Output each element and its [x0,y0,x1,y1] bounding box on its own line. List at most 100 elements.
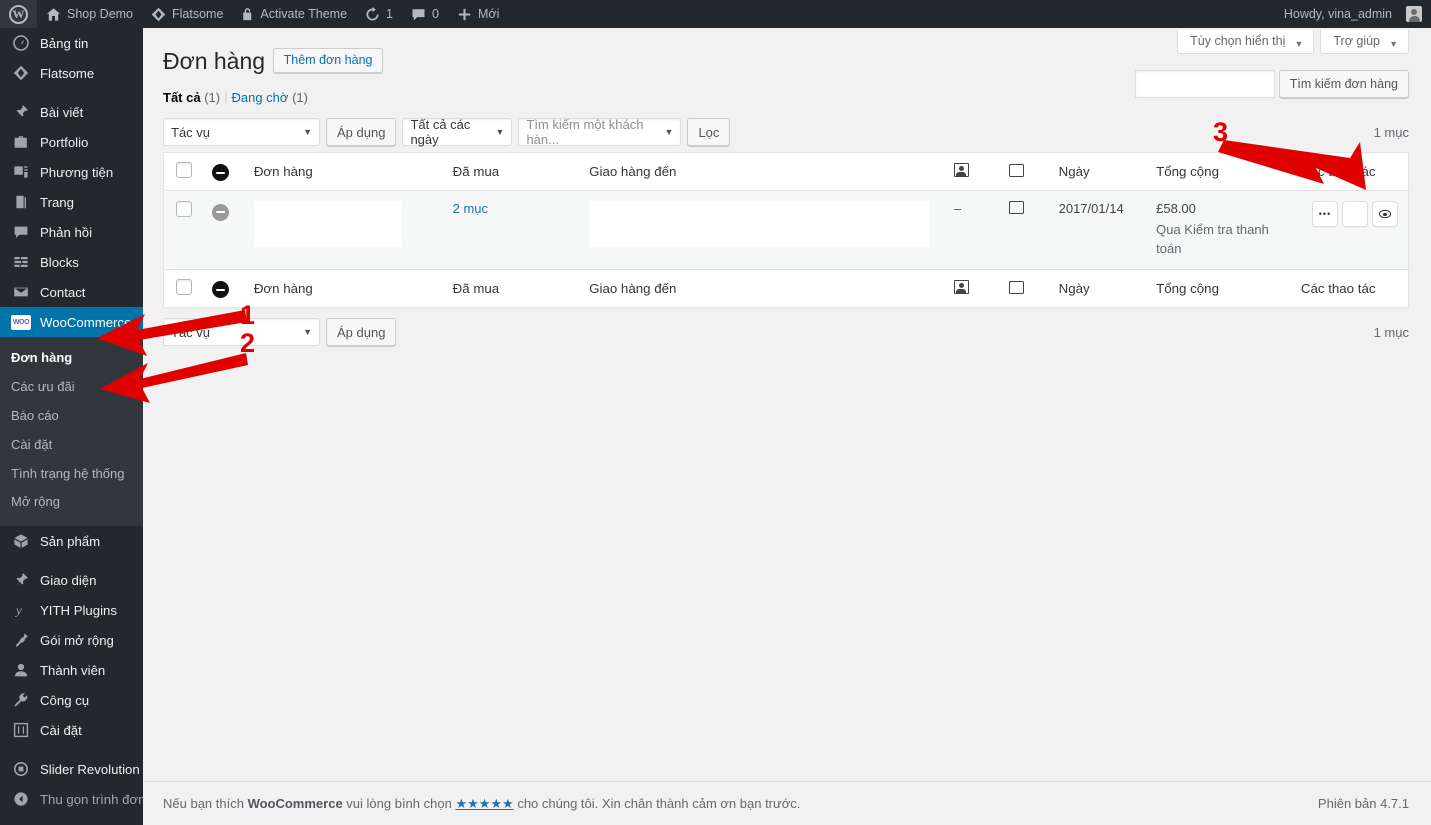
row-checkbox[interactable] [176,201,192,218]
view-all[interactable]: Tất cả (1) [163,90,220,105]
row-order-cell[interactable] [244,191,443,270]
order-note-icon [953,280,969,295]
total-column-label[interactable]: Tổng cộng [1156,164,1219,179]
page-wrap: Đơn hàng Thêm đơn hàng Tìm kiếm đơn hàng… [143,28,1431,348]
view-pending-link[interactable]: Đang chờ [231,90,288,105]
collapse-arrow-icon [11,789,31,809]
settings-sliders-icon [11,720,31,740]
table-header-row: Đơn hàng Đã mua Giao hàng đến Ngày Tổng … [163,152,1409,192]
menu-separator [0,745,143,754]
more-actions-button[interactable]: ••• [1312,201,1338,228]
order-column-label[interactable]: Đơn hàng [254,164,313,179]
sidebar-item-portfolio[interactable]: Portfolio [0,127,143,157]
chevron-down-icon: ▼ [303,327,312,338]
customer-filter-placeholder: Tìm kiếm một khách hàn... [526,117,644,147]
sidebar-item-appearance[interactable]: Giao diện [0,565,143,595]
sidebar-item-media[interactable]: Phương tiện [0,157,143,187]
updates-menu[interactable]: 1 [356,0,402,28]
actions-column-footer: Các thao tác [1290,268,1409,308]
row-date-cell: 2017/01/14 [1058,201,1124,217]
date-filter-value: Tất cả các ngày [410,117,471,147]
sidebar-item-posts[interactable]: Bài viết [0,97,143,127]
updates-count: 1 [386,7,393,21]
purchased-items-link[interactable]: 2 mục [453,201,488,216]
table-row: 2 mục – 2017/01/14 £58.00 Qua Kiểm tra t [163,190,1409,270]
wordpress-logo-menu[interactable] [0,0,37,28]
submenu-item-orders[interactable]: Đơn hàng [0,344,143,373]
order-column-label[interactable]: Đơn hàng [254,281,313,296]
bulk-action-select-top[interactable]: Tác vụ ▼ [163,118,320,146]
sidebar-item-settings[interactable]: Cài đặt [0,715,143,745]
pin-icon [11,102,31,122]
sidebar-item-label: Gói mở rộng [40,632,114,648]
sidebar-item-blocks[interactable]: Blocks [0,247,143,277]
add-order-button[interactable]: Thêm đơn hàng [272,48,384,73]
footer-rating-stars[interactable]: ★★★★★ [455,796,513,811]
sidebar-item-tools[interactable]: Công cụ [0,685,143,715]
product-box-icon [11,531,31,551]
sidebar-item-label: WooCommerce [40,314,132,330]
apply-bulk-action-button-bottom[interactable]: Áp dụng [326,318,397,347]
total-column-label[interactable]: Tổng cộng [1156,281,1219,296]
blank-action-button[interactable] [1342,201,1368,228]
sidebar-item-users[interactable]: Thành viên [0,655,143,685]
date-column-label[interactable]: Ngày [1059,164,1090,179]
pending-status-icon[interactable] [212,203,229,221]
sidebar-item-label: Giao diện [40,572,97,588]
view-pending[interactable]: Đang chờ (1) [231,90,307,105]
search-orders-button[interactable]: Tìm kiếm đơn hàng [1278,70,1409,98]
submenu-item-settings[interactable]: Cài đặt [0,431,143,460]
sidebar-item-pages[interactable]: Trang [0,187,143,217]
sidebar-item-label: Blocks [40,254,79,270]
date-filter-select[interactable]: Tất cả các ngày ▼ [402,117,513,147]
sidebar-item-plugins[interactable]: Gói mở rộng [0,625,143,655]
sidebar-item-products[interactable]: Sản phẩm [0,526,143,556]
activate-theme-menu[interactable]: Activate Theme [232,0,356,28]
tablenav-bottom: Tác vụ ▼ Áp dụng 1 mục [163,316,1409,348]
customer-filter-select[interactable]: Tìm kiếm một khách hàn... ▼ [518,117,682,147]
blocks-icon [11,252,31,272]
sidebar-item-dashboard[interactable]: Bảng tin [0,28,143,58]
order-name-redacted [253,201,402,248]
flatsome-menu[interactable]: Flatsome [142,0,232,28]
select-all-checkbox-bottom[interactable] [176,279,192,296]
status-column-footer [202,268,244,308]
date-column-label[interactable]: Ngày [1059,281,1090,296]
submenu-item-status[interactable]: Tình trạng hệ thống [0,460,143,489]
sidebar-item-contact[interactable]: Contact [0,277,143,307]
submenu-item-extensions[interactable]: Mở rộng [0,488,143,517]
comments-menu[interactable]: 0 [402,0,448,28]
annotation-number-3: 3 [1213,117,1229,147]
sidebar-item-slider-revolution[interactable]: Slider Revolution [0,754,143,784]
sidebar-item-yith-plugins[interactable]: y YITH Plugins [0,595,143,625]
preview-order-button[interactable] [1372,201,1398,228]
woocommerce-submenu: Đơn hàng Các ưu đãi Báo cáo Cài đặt Tình… [0,337,143,527]
screen-icon[interactable] [1009,201,1025,215]
flatsome-diamond-icon [151,7,166,22]
sidebar-item-comments[interactable]: Phản hồi [0,217,143,247]
submenu-item-coupons[interactable]: Các ưu đãi [0,373,143,402]
annotation-number-2: 2 [240,328,256,358]
eye-preview-icon [1379,210,1391,219]
select-all-header [163,152,202,192]
view-all-link[interactable]: Tất cả [163,90,201,105]
users-icon [11,660,31,680]
sidebar-item-flatsome[interactable]: Flatsome [0,58,143,88]
chevron-down-icon: ▼ [303,127,312,137]
filter-button[interactable]: Lọc [687,118,731,146]
envelope-icon [11,282,31,302]
site-name-menu[interactable]: Shop Demo [37,0,142,28]
submenu-item-reports[interactable]: Báo cáo [0,402,143,431]
purchased-column-footer: Đã mua [442,268,580,308]
shipto-column-footer: Giao hàng đến [579,268,944,308]
my-account-menu[interactable]: Howdy, vina_admin [1275,0,1431,28]
apply-bulk-action-button-top[interactable]: Áp dụng [326,118,397,146]
search-input[interactable] [1134,70,1275,98]
menu-separator [0,556,143,565]
new-content-menu[interactable]: Mới [448,0,508,28]
collapse-menu-button[interactable]: Thu gọn trình đơn [0,784,145,814]
select-all-checkbox-top[interactable] [176,162,192,179]
flatsome-diamond-icon [11,63,31,83]
sidebar-item-woocommerce[interactable]: WOO WooCommerce [0,307,143,337]
view-pending-count: (1) [292,90,308,105]
